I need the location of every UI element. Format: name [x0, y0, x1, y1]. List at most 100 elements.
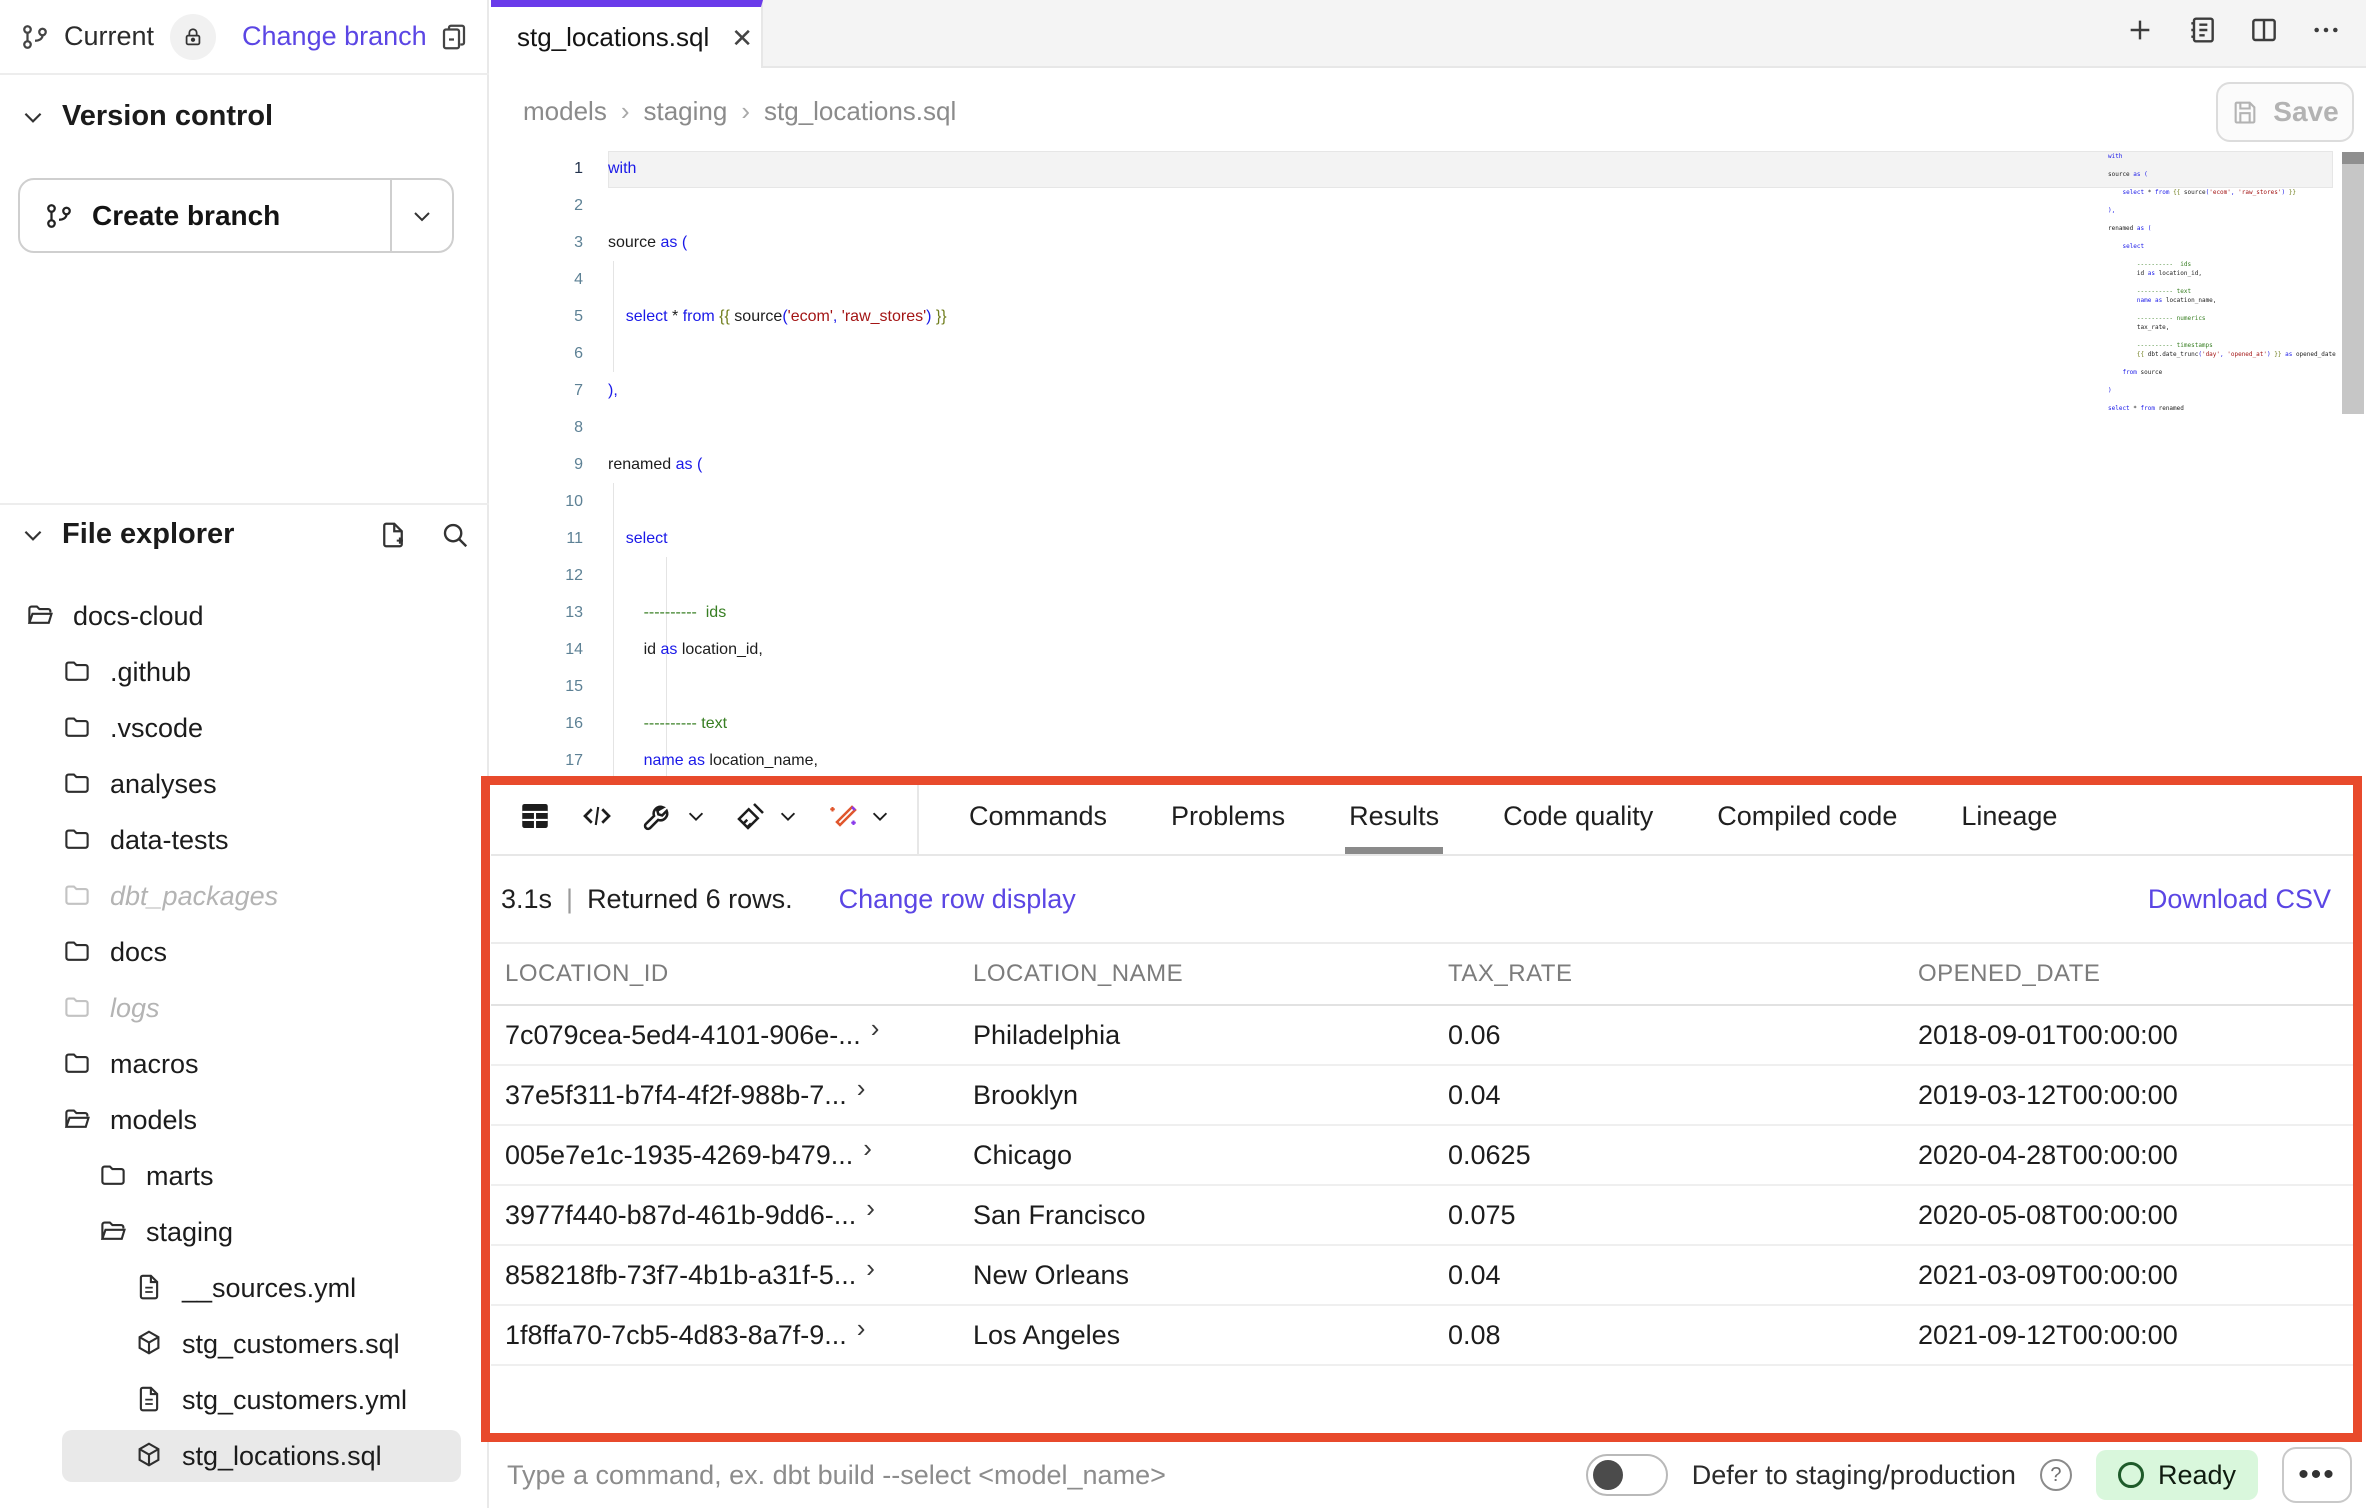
code-content[interactable]: with source as ( select * from {{ source… — [608, 150, 947, 779]
results-tab-problems[interactable]: Problems — [1167, 778, 1289, 854]
folder-icon — [62, 936, 94, 968]
version-control-section-header[interactable]: Version control — [20, 100, 273, 133]
table-row[interactable]: 37e5f311-b7f4-4f2f-988b-7...›Brooklyn0.0… — [491, 1066, 2353, 1126]
file-tree-item-macros[interactable]: macros — [0, 1036, 489, 1092]
file-tree-item-stg-customers-sql[interactable]: stg_customers.sql — [0, 1316, 489, 1372]
ready-status-label: Ready — [2158, 1460, 2236, 1491]
expand-cell-icon[interactable]: › — [866, 1253, 875, 1284]
cell-tax-rate: 0.04 — [1448, 1260, 1918, 1291]
code-line-1[interactable]: with — [608, 150, 947, 187]
cell-opened-date: 2019-03-12T00:00:00 — [1918, 1080, 2353, 1111]
compile-code-icon[interactable] — [579, 798, 615, 834]
breadcrumb-staging[interactable]: staging — [644, 96, 728, 127]
table-row[interactable]: 858218fb-73f7-4b1b-a31f-5...›New Orleans… — [491, 1246, 2353, 1306]
code-line-10[interactable] — [608, 483, 947, 520]
editor-scrollbar[interactable] — [2342, 152, 2364, 414]
change-branch-link[interactable]: Change branch — [242, 21, 427, 52]
expand-cell-icon[interactable]: › — [857, 1313, 866, 1344]
create-branch-button[interactable]: Create branch — [18, 178, 454, 253]
changelog-icon[interactable] — [2186, 14, 2218, 46]
code-line-8[interactable] — [608, 409, 947, 446]
code-line-3[interactable]: source as ( — [608, 224, 947, 261]
new-tab-icon[interactable] — [2124, 14, 2156, 46]
expand-cell-icon[interactable]: › — [857, 1073, 866, 1104]
close-icon[interactable]: ✕ — [731, 25, 753, 51]
more-options-icon[interactable] — [2310, 14, 2342, 46]
chevron-down-icon[interactable] — [20, 522, 46, 548]
code-line-7[interactable]: ), — [608, 372, 947, 409]
save-button[interactable]: Save — [2216, 82, 2354, 142]
expand-cell-icon[interactable]: › — [871, 1013, 880, 1044]
code-line-12[interactable] — [608, 557, 947, 594]
wrench-icon — [641, 798, 677, 834]
file-tree-item-analyses[interactable]: analyses — [0, 756, 489, 812]
file-tree-item-docs-cloud[interactable]: docs-cloud — [0, 588, 489, 644]
folder-icon — [62, 1048, 94, 1080]
file-tree-item--vscode[interactable]: .vscode — [0, 700, 489, 756]
split-editor-icon[interactable] — [2248, 14, 2280, 46]
bottom-more-button[interactable]: ••• — [2282, 1447, 2352, 1503]
tab-stg-locations[interactable]: stg_locations.sql ✕ — [491, 0, 763, 68]
preview-table-icon[interactable] — [517, 798, 553, 834]
ai-assist-dropdown[interactable] — [825, 798, 891, 834]
expand-cell-icon[interactable]: › — [863, 1133, 872, 1164]
code-line-2[interactable] — [608, 187, 947, 224]
results-tab-compiled-code[interactable]: Compiled code — [1713, 778, 1901, 854]
results-tab-results[interactable]: Results — [1345, 778, 1443, 854]
code-line-9[interactable]: renamed as ( — [608, 446, 947, 483]
cell-location-id[interactable]: 7c079cea-5ed4-4101-906e-...› — [505, 1020, 973, 1051]
code-line-5[interactable]: select * from {{ source('ecom', 'raw_sto… — [608, 298, 947, 335]
cell-location-id[interactable]: 3977f440-b87d-461b-9dd6-...› — [505, 1200, 973, 1231]
cell-opened-date: 2021-03-09T00:00:00 — [1918, 1260, 2353, 1291]
download-csv-link[interactable]: Download CSV — [2148, 884, 2331, 915]
code-line-4[interactable] — [608, 261, 947, 298]
code-line-14[interactable]: id as location_id, — [608, 631, 947, 668]
expand-cell-icon[interactable]: › — [866, 1193, 875, 1224]
table-row[interactable]: 005e7e1c-1935-4269-b479...›Chicago0.0625… — [491, 1126, 2353, 1186]
model-icon — [134, 1440, 166, 1472]
table-row[interactable]: 3977f440-b87d-461b-9dd6-...›San Francisc… — [491, 1186, 2353, 1246]
file-tree-item-dbt-packages[interactable]: dbt_packages — [0, 868, 489, 924]
file-tree-item-models[interactable]: models — [0, 1092, 489, 1148]
table-row[interactable]: 7c079cea-5ed4-4101-906e-...›Philadelphia… — [491, 1006, 2353, 1066]
new-file-icon[interactable] — [378, 520, 408, 550]
results-tab-code-quality[interactable]: Code quality — [1499, 778, 1657, 854]
table-row[interactable]: 1f8ffa70-7cb5-4d83-8a7f-9...›Los Angeles… — [491, 1306, 2353, 1366]
copy-icon[interactable] — [439, 22, 469, 52]
cell-location-name: Los Angeles — [973, 1320, 1448, 1351]
file-tree-item-logs[interactable]: logs — [0, 980, 489, 1036]
results-tab-commands[interactable]: Commands — [965, 778, 1111, 854]
create-branch-dropdown[interactable] — [390, 180, 452, 251]
code-line-15[interactable] — [608, 668, 947, 705]
change-row-display-link[interactable]: Change row display — [839, 884, 1076, 915]
code-line-13[interactable]: ---------- ids — [608, 594, 947, 631]
file-tree-item--github[interactable]: .github — [0, 644, 489, 700]
file-name: macros — [110, 1049, 199, 1080]
command-input[interactable] — [507, 1460, 1407, 1491]
breadcrumb-models[interactable]: models — [523, 96, 607, 127]
code-line-16[interactable]: ---------- text — [608, 705, 947, 742]
chevron-down-icon — [410, 204, 434, 228]
defer-toggle[interactable] — [1586, 1454, 1668, 1496]
cell-location-id[interactable]: 005e7e1c-1935-4269-b479...› — [505, 1140, 973, 1171]
file-tree-item-marts[interactable]: marts — [0, 1148, 489, 1204]
file-tree-item-stg-customers-yml[interactable]: stg_customers.yml — [0, 1372, 489, 1428]
file-tree-item-stg-locations-sql[interactable]: stg_locations.sql — [0, 1428, 489, 1484]
code-line-6[interactable] — [608, 335, 947, 372]
help-icon[interactable]: ? — [2040, 1459, 2072, 1491]
results-tab-lineage[interactable]: Lineage — [1957, 778, 2061, 854]
cell-location-id[interactable]: 37e5f311-b7f4-4f2f-988b-7...› — [505, 1080, 973, 1111]
code-line-17[interactable]: name as location_name, — [608, 742, 947, 779]
search-icon[interactable] — [440, 520, 470, 550]
code-line-11[interactable]: select — [608, 520, 947, 557]
file-tree-item-docs[interactable]: docs — [0, 924, 489, 980]
cell-location-id[interactable]: 1f8ffa70-7cb5-4d83-8a7f-9...› — [505, 1320, 973, 1351]
format-dropdown[interactable] — [733, 798, 799, 834]
breadcrumb-file[interactable]: stg_locations.sql — [764, 96, 956, 127]
file-tree-item-staging[interactable]: staging — [0, 1204, 489, 1260]
editor-tabstrip — [491, 0, 2366, 68]
file-tree-item-data-tests[interactable]: data-tests — [0, 812, 489, 868]
file-tree-item--sources-yml[interactable]: __sources.yml — [0, 1260, 489, 1316]
cell-location-id[interactable]: 858218fb-73f7-4b1b-a31f-5...› — [505, 1260, 973, 1291]
build-dropdown[interactable] — [641, 798, 707, 834]
